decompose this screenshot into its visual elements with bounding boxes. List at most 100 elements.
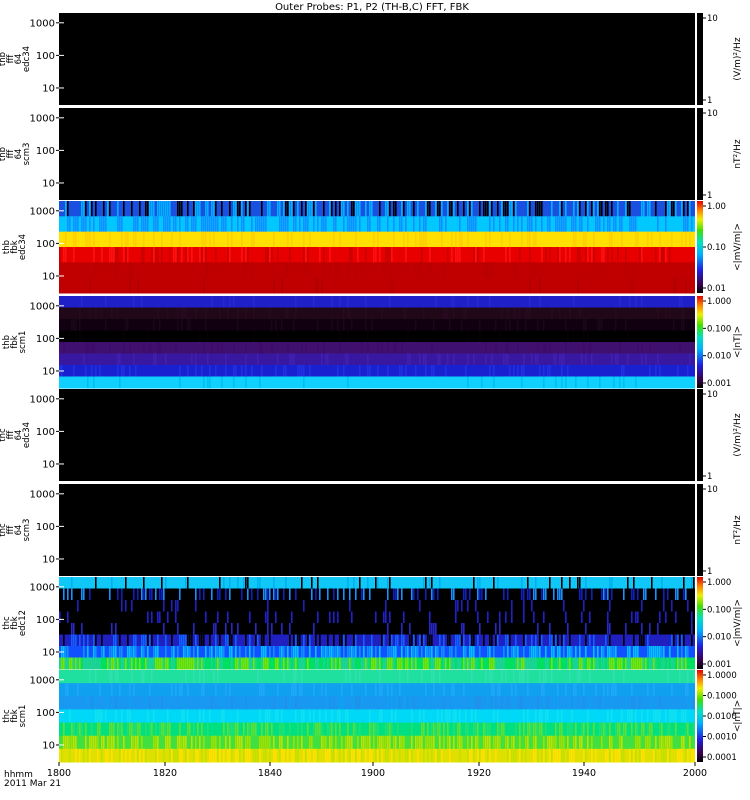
colorbar-tick-label: 0.010 (707, 352, 731, 362)
plot-area (59, 484, 695, 576)
colorbar-tick-label: 0.001 (707, 379, 731, 389)
colorbar-tick-label: 1.000 (707, 578, 731, 588)
spectral-band (59, 611, 695, 624)
y-tick-label: 1000 (30, 394, 55, 405)
x-tick-label: 1800 (47, 768, 71, 779)
colorbar-label: <|nT|> (733, 700, 743, 732)
colorbar (697, 670, 703, 762)
colorbar (697, 484, 703, 576)
panel-label: thbfbkscm1 (2, 331, 28, 354)
panel-thc-fff-64-edc34: 1000 100 10 thcfff64edc34 10 1 (V/m)²/Hz (0, 389, 743, 482)
y-tick-label: 1000 (30, 582, 55, 593)
panel-label-line: edc34 (22, 46, 32, 72)
panel-thb-fff-64-scm3: 1000 100 10 thbfff64scm3 10 1 nT²/Hz (0, 108, 743, 201)
y-tick-label: 100 (36, 522, 55, 533)
colorbar-tick-label: 0.100 (707, 324, 731, 334)
y-tick-label: 10 (42, 83, 55, 94)
colorbar-tick-label: 0.0001 (707, 753, 737, 763)
colorbar-tick-label: 0.010 (707, 633, 731, 643)
panels: 100010010thbfff64edc34101(V/m)²/Hz100010… (0, 13, 743, 763)
y-tick-label: 1000 (30, 301, 55, 312)
spectral-band (59, 277, 695, 294)
panel-label: thcfbkedc12 (2, 610, 28, 636)
colorbar (697, 389, 703, 481)
panel-label: thbfff64edc34 (0, 46, 32, 72)
spectral-band (59, 670, 695, 684)
y-tick-label: 100 (36, 708, 55, 719)
panel-label: thbfbkedc34 (2, 234, 28, 260)
spectral-band (59, 634, 695, 647)
spectral-band (59, 307, 695, 320)
panel-label-line: scm1 (18, 331, 28, 354)
y-tick-label: 1000 (30, 206, 55, 217)
spectral-band (59, 296, 695, 308)
y-tick-label: 1000 (30, 675, 55, 686)
colorbar-tick-label: 10 (707, 485, 718, 495)
y-tick-label: 10 (42, 554, 55, 565)
y-tick-label: 100 (36, 239, 55, 250)
colorbar-tick-label: 1 (707, 472, 712, 482)
panel-thc-fbk-scm1: 100010010thcfbkscm11.00000.10000.01000.0… (2, 670, 743, 763)
spectral-band (59, 600, 695, 612)
colorbar-tick-label: 1.00 (707, 202, 726, 212)
colorbar-tick-label: 0.001 (707, 660, 731, 670)
y-tick-label: 10 (42, 740, 55, 751)
colorbar-tick-label: 1.000 (707, 297, 731, 307)
y-tick-label: 10 (42, 366, 55, 377)
colorbar-tick-label: 0.01 (707, 284, 726, 294)
panel-label: thbfff64scm3 (0, 143, 32, 166)
y-tick-label: 100 (36, 146, 55, 157)
panel-thb-fbk-edc34: 1000 100 10 thbfbkedc34 1.00 0.10 0.01 <|mV/m|> (2, 201, 743, 294)
x-tick-label: 1940 (572, 768, 596, 779)
colorbar (697, 577, 703, 669)
x-tick-label: 2000 (683, 768, 707, 779)
colorbar-label: <|mV/m|> (733, 223, 743, 271)
colorbar-tick-label: 1 (707, 567, 712, 577)
spectral-band (59, 262, 695, 279)
panel-label-line: scm3 (22, 143, 32, 166)
y-tick-label: 10 (42, 178, 55, 189)
colorbar-tick-label: 0.0010 (707, 733, 737, 743)
panel-thc-fff-64-scm3: 1000 100 10 thcfff64scm3 10 1 nT²/Hz (0, 484, 743, 577)
panel-label: thcfff64edc34 (0, 422, 32, 448)
panel-label: thcfbkscm1 (2, 705, 28, 728)
x-tick-label: 1820 (153, 768, 177, 779)
panel-label-line: edc34 (22, 422, 32, 448)
panel-label-line: edc12 (18, 610, 28, 636)
x-axis-label-date: 2011 Mar 21 (4, 779, 61, 789)
panel-label-line: scm3 (22, 519, 32, 542)
y-tick-label: 100 (36, 615, 55, 626)
x-tick-label: 1900 (361, 768, 385, 779)
plot-area (59, 108, 695, 200)
spectral-band (59, 623, 695, 635)
panel-label-line: edc34 (18, 234, 28, 260)
colorbar-label: nT²/Hz (733, 515, 743, 545)
colorbar-tick-label: 1.0000 (707, 671, 737, 681)
plot-area (59, 389, 695, 481)
y-tick-label: 10 (42, 647, 55, 658)
figure-title: Outer Probes: P1, P2 (TH-B,C) FFT, FBK (275, 2, 469, 13)
plot-area (59, 13, 695, 105)
panel-thb-fbk-scm1: 1000 100 10 thbfbkscm1 1.000 0.100 0.010 0.001 <… (2, 296, 743, 389)
y-tick-label: 100 (36, 334, 55, 345)
colorbar (697, 201, 703, 293)
colorbar-label: <|nT|> (733, 326, 743, 358)
colorbar-tick-label: 0.100 (707, 605, 731, 615)
y-tick-label: 10 (42, 271, 55, 282)
panel-label-line: scm1 (18, 705, 28, 728)
x-tick-label: 1840 (258, 768, 282, 779)
x-axis: hhmm 2011 Mar 21 1800 1820 1840 1900 1920 194… (4, 762, 707, 789)
colorbar-tick-label: 10 (707, 109, 718, 119)
colorbar (697, 296, 703, 388)
y-tick-label: 1000 (30, 489, 55, 500)
panel-label: thcfff64scm3 (0, 519, 32, 542)
y-tick-label: 1000 (30, 113, 55, 124)
colorbar-tick-label: 1 (707, 96, 712, 106)
y-tick-label: 100 (36, 51, 55, 62)
colorbar-tick-label: 10 (707, 390, 718, 400)
y-tick-label: 100 (36, 427, 55, 438)
spectrogram-figure: Outer Probes: P1, P2 (TH-B,C) FFT, FBK 1… (0, 2, 743, 789)
colorbar-tick-label: 0.10 (707, 243, 726, 253)
y-tick-label: 1000 (30, 18, 55, 29)
colorbar-label: (V/m)²/Hz (733, 413, 743, 456)
